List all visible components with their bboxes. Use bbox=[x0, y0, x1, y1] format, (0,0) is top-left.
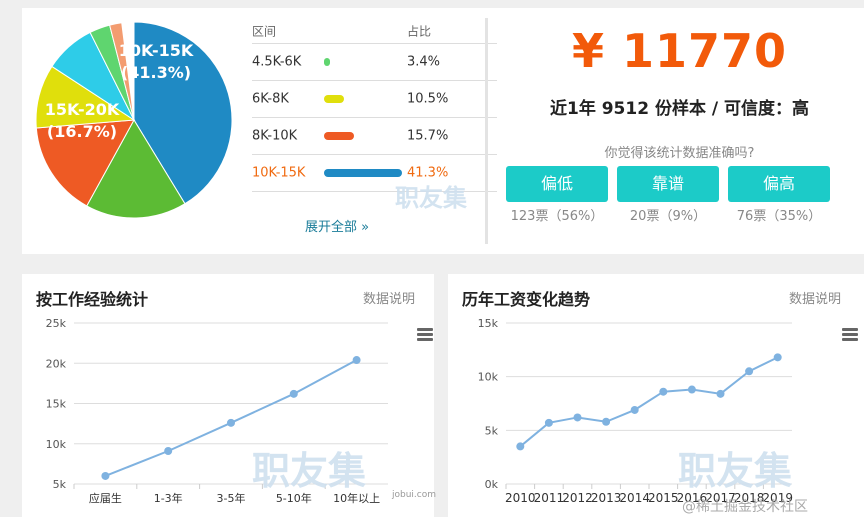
vote-high-button[interactable]: 偏高 bbox=[728, 166, 830, 202]
x-tick-label: 5-10年 bbox=[276, 491, 312, 505]
table-row[interactable]: 10K-15K 41.3% bbox=[252, 155, 497, 192]
data-point bbox=[659, 387, 668, 396]
series-line bbox=[105, 359, 358, 477]
x-tick-label: 10年以上 bbox=[333, 491, 380, 505]
x-tick-label: 1-3年 bbox=[154, 491, 183, 505]
y-tick-label: 0k bbox=[485, 478, 499, 491]
sample-info: 近1年 9512 份样本 / 可信度：高 bbox=[549, 99, 810, 119]
x-tick-label: 2015 bbox=[648, 491, 679, 505]
experience-chart-panel: 5k 10k 15k 20k 25k 应届生 1-3年 3-5年 5-10年 10年以上 按工作经… bbox=[22, 274, 437, 517]
vote-accurate-button[interactable]: 靠谱 bbox=[617, 166, 719, 202]
y-tick-label: 10k bbox=[478, 371, 499, 384]
data-point bbox=[352, 356, 361, 365]
salary-pie-chart: 10K-15K (41.3%)15K-20K (16.7%) bbox=[35, 21, 233, 219]
series-line bbox=[519, 356, 779, 448]
average-salary: ¥ 11770 bbox=[571, 24, 788, 78]
salary-range-table: 区间 占比 4.5K-6K 3.4% 6K-8K 10.5% 8K-10K 15… bbox=[252, 18, 497, 192]
data-point bbox=[101, 471, 110, 480]
accuracy-question: 你觉得该统计数据准确吗? bbox=[604, 146, 755, 161]
x-tick-label: 3-5年 bbox=[217, 491, 246, 505]
yearly-trend-panel: 0k 5k 10k 15k 2010 2011 2012 2013 2014 2015 2016 20… bbox=[448, 274, 864, 517]
table-row[interactable]: 8K-10K 15.7% bbox=[252, 118, 497, 155]
data-point bbox=[516, 442, 525, 451]
data-point bbox=[573, 413, 582, 422]
pie-label-percent: (16.7%) bbox=[47, 122, 117, 141]
vote-low-count: 123票（56%） bbox=[510, 209, 604, 224]
menu-icon[interactable] bbox=[842, 328, 858, 342]
range-percent: 3.4% bbox=[407, 54, 441, 70]
footer-overlay: @稀土掘金技术社区 bbox=[682, 499, 808, 515]
panel-title: 历年工资变化趋势 bbox=[462, 290, 591, 309]
yearly-trend-line-chart: 0k5k10k15k201020112012201320142015201620… bbox=[478, 317, 793, 505]
range-percent: 15.7% bbox=[407, 128, 449, 144]
range-bar bbox=[324, 169, 403, 177]
data-point bbox=[289, 389, 298, 398]
data-point bbox=[773, 353, 782, 362]
x-tick-label: 2010 bbox=[505, 491, 536, 505]
x-tick-label: 2011 bbox=[534, 491, 565, 505]
pie-label: 10K-15K bbox=[119, 41, 194, 60]
data-point bbox=[602, 417, 611, 426]
pie-label-percent: (41.3%) bbox=[121, 63, 191, 82]
vote-accurate-count: 20票（9%） bbox=[629, 209, 707, 224]
data-explanation-link[interactable]: 数据说明 bbox=[363, 288, 415, 307]
range-label: 6K-8K bbox=[252, 91, 289, 107]
y-tick-label: 10k bbox=[46, 438, 67, 451]
y-tick-label: 5k bbox=[53, 478, 67, 491]
data-point bbox=[630, 405, 639, 414]
expand-all-link[interactable]: 展开全部 » bbox=[305, 216, 369, 235]
panel-title: 按工作经验统计 bbox=[36, 290, 149, 309]
table-header: 区间 占比 bbox=[252, 18, 497, 44]
x-tick-label: 2014 bbox=[619, 491, 650, 505]
data-point bbox=[164, 446, 173, 455]
x-tick-label: 应届生 bbox=[89, 491, 122, 505]
range-bar bbox=[324, 95, 344, 103]
data-point bbox=[227, 418, 235, 427]
data-explanation-link[interactable]: 数据说明 bbox=[789, 288, 841, 307]
range-percent: 10.5% bbox=[407, 91, 449, 107]
y-tick-label: 25k bbox=[46, 317, 67, 330]
data-point bbox=[687, 385, 696, 394]
chart-credit: jobui.com bbox=[392, 490, 437, 500]
table-row[interactable]: 4.5K-6K 3.4% bbox=[252, 44, 497, 81]
vote-high-count: 76票（35%） bbox=[736, 209, 822, 224]
x-tick-label: 2012 bbox=[562, 491, 593, 505]
vertical-divider bbox=[485, 18, 488, 244]
data-point bbox=[716, 389, 725, 398]
range-bar bbox=[324, 58, 331, 66]
range-label: 8K-10K bbox=[252, 128, 298, 144]
y-tick-label: 20k bbox=[46, 357, 67, 370]
range-percent: 41.3% bbox=[407, 165, 449, 181]
x-tick-label: 2013 bbox=[591, 491, 622, 505]
salary-summary-panel: 10K-15K (41.3%) 15K-20K (16.7%) 区间 占比 4.5K-… bbox=[22, 8, 864, 254]
vote-low-button[interactable]: 偏低 bbox=[506, 166, 608, 202]
menu-icon[interactable] bbox=[417, 328, 433, 342]
y-tick-label: 15k bbox=[46, 398, 67, 411]
range-label: 4.5K-6K bbox=[252, 54, 302, 70]
range-header: 区间 bbox=[252, 24, 277, 38]
range-label: 10K-15K bbox=[252, 165, 306, 181]
pie-label: 15K-20K bbox=[45, 100, 120, 119]
table-row[interactable]: 6K-8K 10.5% bbox=[252, 81, 497, 118]
experience-line-chart: 5k 10k 15k 20k 25k 应届生 1-3年 3-5年 5-10年 10年以上 bbox=[46, 317, 388, 505]
percent-header: 占比 bbox=[407, 24, 432, 38]
data-point bbox=[745, 367, 754, 376]
y-tick-label: 5k bbox=[485, 424, 499, 437]
y-tick-label: 15k bbox=[478, 317, 499, 330]
data-point bbox=[544, 418, 553, 427]
range-bar bbox=[324, 132, 354, 140]
